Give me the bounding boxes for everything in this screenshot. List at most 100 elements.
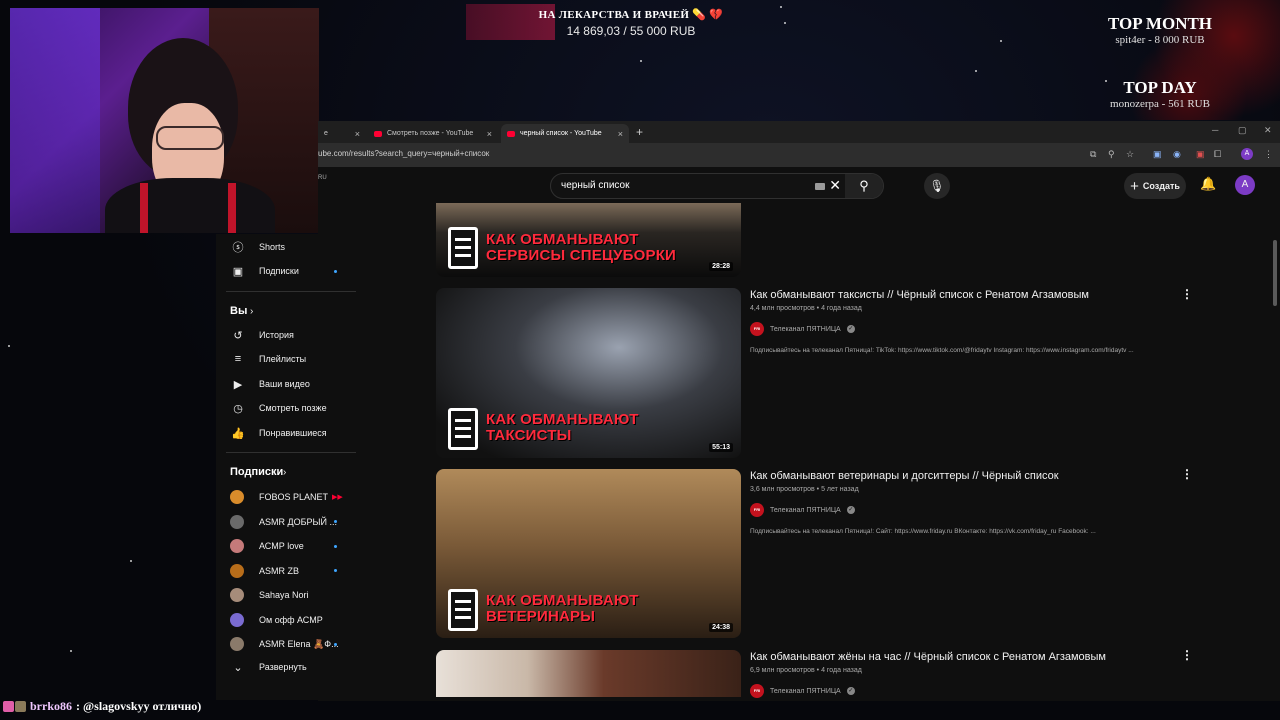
top-month-box: TOP MONTH spit4er - 8 000 RUB — [1060, 14, 1260, 46]
tab-search-results[interactable]: черный список - YouTube × — [501, 124, 629, 143]
account-avatar[interactable]: A — [1235, 175, 1255, 195]
close-icon[interactable]: × — [355, 129, 360, 139]
sidebar-item-shorts[interactable]: ⓢ Shorts — [216, 235, 358, 259]
sidebar-subscription-item[interactable]: АСМР love — [216, 534, 358, 558]
sidebar-item-history[interactable]: ↺ История — [216, 323, 358, 347]
tab-previous[interactable]: е × — [318, 124, 366, 143]
top-month-value: spit4er - 8 000 RUB — [1115, 34, 1205, 46]
channel-avatar — [230, 514, 244, 529]
new-content-dot — [334, 544, 337, 548]
tab-label: е — [324, 130, 328, 137]
video-title[interactable]: Как обманывают таксисты // Чёрный список… — [750, 289, 1089, 301]
verified-icon: ✓ — [846, 506, 855, 514]
browser-menu-icon[interactable]: ⋮ — [1264, 149, 1273, 160]
sidebar-item-label: Смотреть позже — [259, 403, 327, 413]
playlists-icon: ≡ — [234, 353, 242, 365]
more-actions-icon[interactable]: ⋮ — [1181, 467, 1193, 481]
minimize-icon[interactable]: ─ — [1212, 125, 1218, 135]
star — [130, 560, 132, 562]
sidebar-subscription-item[interactable]: Sahaya Nori — [216, 583, 358, 607]
channel-link[interactable]: FRI Телеканал ПЯТНИЦА ✓ — [750, 684, 855, 698]
top-month-title: TOP MONTH — [1107, 14, 1213, 33]
create-label: Создать — [1142, 181, 1180, 191]
channel-avatar — [230, 563, 244, 578]
sidebar-subscription-item[interactable]: ASMR Elena 🧸Ф... — [216, 632, 358, 656]
video-title[interactable]: Как обманывают ветеринары и догситтеры /… — [750, 470, 1059, 482]
close-icon[interactable]: × — [487, 129, 492, 139]
new-tab-button[interactable]: + — [636, 125, 643, 139]
subscriptions-section-header[interactable]: Подписки › — [216, 460, 358, 484]
video-thumbnail[interactable]: КАК ОБМАНЫВАЮТ СЕРВИСЫ СПЕЦУБОРКИ 28:28 — [436, 203, 741, 277]
thumbnail-image — [436, 650, 741, 697]
black-list-logo — [448, 589, 478, 631]
keyboard-icon[interactable] — [815, 183, 825, 190]
sidebar-subscription-item[interactable]: ASMR ДОБРЫЙ ... — [216, 510, 358, 534]
url-text[interactable]: ube.com/results?search_query=черный+спис… — [318, 149, 489, 158]
channel-link[interactable]: FRI Телеканал ПЯТНИЦА ✓ — [750, 322, 855, 336]
star — [640, 60, 642, 62]
close-window-icon[interactable]: ✕ — [1264, 125, 1272, 136]
more-actions-icon[interactable]: ⋮ — [1181, 287, 1193, 301]
more-actions-icon[interactable]: ⋮ — [1181, 648, 1193, 662]
youtube-sidebar: ⓢ Shorts ▣ Подписки Вы › ↺ История ≡ Пле… — [216, 234, 358, 700]
channel-avatar — [230, 490, 244, 504]
chevron-right-icon: › — [250, 305, 254, 317]
you-section-header[interactable]: Вы › — [216, 299, 358, 323]
video-title[interactable]: Как обманывают жёны на час // Чёрный спи… — [750, 651, 1106, 663]
star — [1000, 40, 1002, 42]
bookmark-star-icon[interactable]: ☆ — [1126, 149, 1134, 160]
sidebar-item-label: Ом офф АСМР — [259, 614, 323, 625]
voice-search-button[interactable]: 🎙 — [924, 173, 950, 199]
sidebar-subscription-item[interactable]: Ом офф АСМР — [216, 608, 358, 632]
chat-text: : @slagovskyy отлично) — [76, 698, 202, 713]
channel-link[interactable]: FRI Телеканал ПЯТНИЦА ✓ — [750, 503, 855, 517]
microphone-icon: 🎙 — [929, 179, 945, 193]
channel-name: Телеканал ПЯТНИЦА — [770, 687, 841, 695]
streamer-body — [105, 178, 275, 233]
chat-badges — [0, 700, 26, 712]
tab-label: черный список - YouTube — [520, 130, 602, 137]
extensions-puzzle-icon[interactable]: ⧠ — [1214, 149, 1221, 160]
sidebar-subscription-item[interactable]: ASMR ZB — [216, 559, 358, 583]
top-day-box: TOP DAY monozerpa - 561 RUB — [1060, 78, 1260, 110]
sidebar-item-your-videos[interactable]: ▶ Ваши видео — [216, 372, 358, 396]
audio-extension-icon[interactable]: ◉ — [1173, 149, 1181, 160]
sidebar-item-label: ASMR ZB — [259, 565, 300, 576]
extension-icon[interactable]: ▣ — [1153, 149, 1162, 160]
extension-icon[interactable]: ▣ — [1196, 149, 1205, 160]
sidebar-item-liked[interactable]: 👍 Понравившиеся — [216, 421, 358, 445]
video-thumbnail[interactable]: КАК ОБМАНЫВАЮТ ТАКСИСТЫ 55:13 — [436, 288, 741, 458]
notifications-bell-icon[interactable]: 🔔 — [1200, 176, 1216, 192]
video-thumbnail[interactable]: КАК ОБМАНЫВАЮТ ВЕТЕРИНАРЫ 24:38 — [436, 469, 741, 638]
live-icon: ▶▶ — [332, 494, 343, 501]
thumbnail-title: КАК ОБМАНЫВАЮТ СЕРВИСЫ СПЕЦУБОРКИ — [486, 231, 677, 264]
sidebar-item-playlists[interactable]: ≡ Плейлисты — [216, 347, 358, 371]
history-icon: ↺ — [233, 329, 243, 342]
heart-badge-icon — [3, 700, 14, 712]
tab-watch-later[interactable]: Смотреть позже - YouTube × — [368, 124, 498, 143]
top-day-title: TOP DAY — [1123, 78, 1197, 97]
search-input[interactable]: черный список — [561, 180, 629, 191]
new-content-dot — [334, 569, 337, 572]
youtube-icon — [507, 130, 515, 137]
channel-avatar — [230, 539, 244, 553]
clear-search-icon[interactable]: ✕ — [829, 177, 841, 194]
sidebar-item-subscriptions[interactable]: ▣ Подписки — [216, 259, 358, 283]
create-button[interactable]: + Создать — [1124, 173, 1186, 199]
sidebar-subscription-item[interactable]: FOBOS PLANET ▶▶ — [216, 485, 358, 509]
close-icon[interactable]: × — [618, 129, 623, 139]
sidebar-item-watch-later[interactable]: ◷ Смотреть позже — [216, 396, 358, 420]
search-box[interactable]: черный список ✕ ⚲ — [550, 173, 884, 199]
maximize-icon[interactable]: ▢ — [1238, 125, 1247, 136]
sidebar-item-label: Понравившиеся — [259, 428, 327, 438]
page-scrollbar[interactable] — [1273, 240, 1277, 306]
zoom-icon[interactable]: ⚲ — [1108, 149, 1115, 160]
video-thumbnail[interactable] — [436, 650, 741, 697]
install-icon[interactable]: ⧉ — [1090, 149, 1096, 160]
address-bar[interactable]: ube.com/results?search_query=черный+спис… — [318, 143, 1280, 167]
thumbnail-title: КАК ОБМАНЫВАЮТ ВЕТЕРИНАРЫ — [486, 592, 639, 625]
youtube-header: RU черный список ✕ ⚲ 🎙 + Создать 🔔 A — [318, 167, 1280, 203]
sidebar-expand[interactable]: ⌄ Развернуть — [216, 655, 358, 679]
search-button[interactable]: ⚲ — [845, 174, 883, 198]
browser-profile-avatar[interactable]: A — [1241, 148, 1253, 160]
